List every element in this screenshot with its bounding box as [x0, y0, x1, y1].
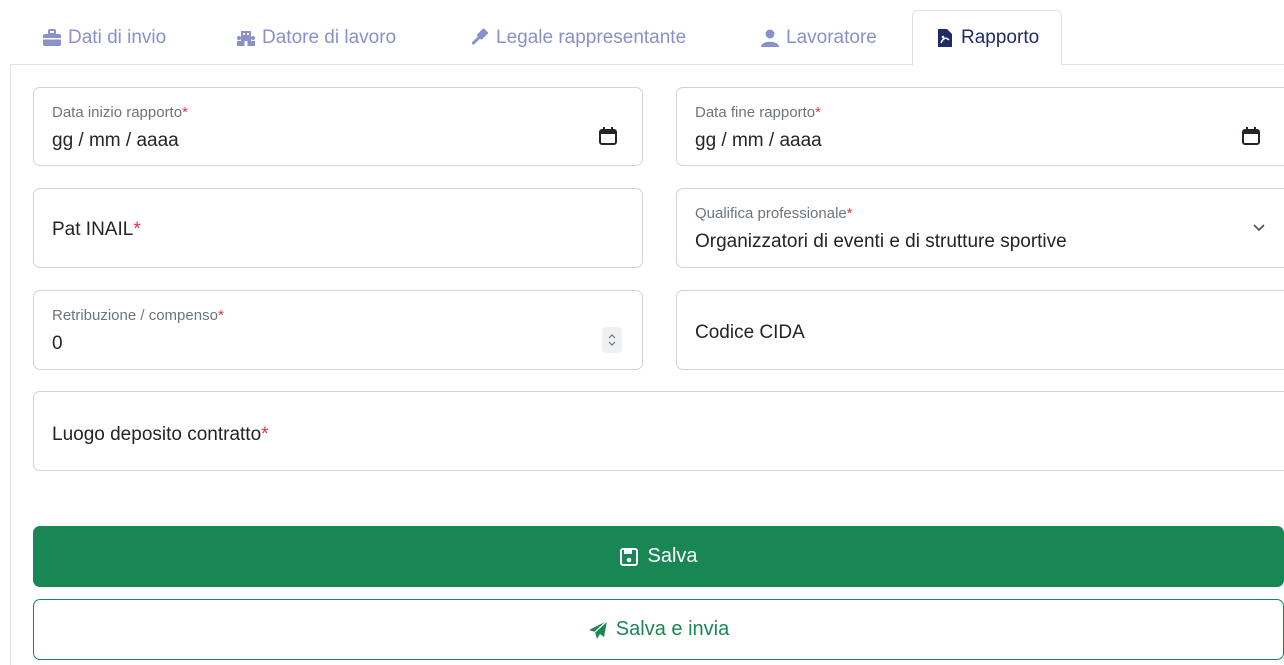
luogo-deposito-input[interactable]: Luogo deposito contratto*: [33, 391, 1284, 471]
field-placeholder: Codice CIDA: [695, 322, 805, 343]
field-label: Data fine rapporto*: [695, 104, 821, 121]
field-label: Data inizio rapporto*: [52, 104, 188, 121]
tab-dati-di-invio[interactable]: Dati di invio: [42, 10, 166, 65]
select-value: Organizzatori di eventi e di strutture s…: [695, 231, 1067, 252]
date-value: gg / mm / aaaa: [695, 130, 822, 151]
tab-datore-di-lavoro[interactable]: Datore di lavoro: [236, 10, 396, 65]
save-and-send-button[interactable]: Salva e invia: [33, 599, 1284, 660]
paper-plane-icon: [588, 620, 608, 639]
date-value: gg / mm / aaaa: [52, 130, 179, 151]
tab-bar: Dati di invio Datore di lavoro Legale ra…: [10, 10, 1284, 66]
pat-inail-input[interactable]: Pat INAIL*: [33, 188, 643, 268]
field-placeholder: Luogo deposito contratto*: [52, 424, 269, 445]
retribuzione-input[interactable]: Retribuzione / compenso* 0: [33, 290, 643, 370]
floppy-disk-icon: [620, 547, 639, 566]
tab-label: Lavoratore: [786, 26, 877, 48]
tab-label: Dati di invio: [68, 26, 167, 48]
tab-lavoratore[interactable]: Lavoratore: [760, 10, 877, 65]
tab-label: Datore di lavoro: [262, 26, 397, 48]
user-icon: [761, 29, 779, 47]
data-fine-field[interactable]: Data fine rapporto* gg / mm / aaaa: [676, 87, 1284, 166]
tab-rapporto[interactable]: Rapporto: [912, 10, 1063, 66]
codice-cida-input[interactable]: Codice CIDA: [676, 290, 1284, 370]
field-placeholder: Pat INAIL*: [52, 219, 141, 240]
pdf-file-icon: [938, 29, 952, 47]
save-button-label: Salva: [647, 545, 698, 567]
calendar-icon[interactable]: [1241, 126, 1261, 146]
briefcase-icon: [43, 28, 61, 46]
building-people-icon: [237, 30, 255, 46]
field-label: Qualifica professionale*: [695, 205, 853, 222]
field-label: Retribuzione / compenso*: [52, 307, 224, 324]
save-and-send-button-label: Salva e invia: [615, 618, 730, 640]
gavel-icon: [471, 27, 489, 45]
tab-label: Rapporto: [961, 27, 1040, 48]
data-inizio-field[interactable]: Data inizio rapporto* gg / mm / aaaa: [33, 87, 643, 166]
number-spinner[interactable]: [602, 327, 622, 353]
tab-label: Legale rappresentante: [496, 26, 687, 48]
calendar-icon[interactable]: [598, 126, 618, 146]
spinner-arrows-icon: [608, 334, 616, 346]
tab-legale-rappresentante[interactable]: Legale rappresentante: [470, 10, 686, 65]
qualifica-select[interactable]: Qualifica professionale* Organizzatori d…: [676, 188, 1284, 268]
save-button[interactable]: Salva: [33, 526, 1284, 587]
chevron-down-icon: [1253, 224, 1265, 232]
number-value: 0: [52, 333, 63, 354]
